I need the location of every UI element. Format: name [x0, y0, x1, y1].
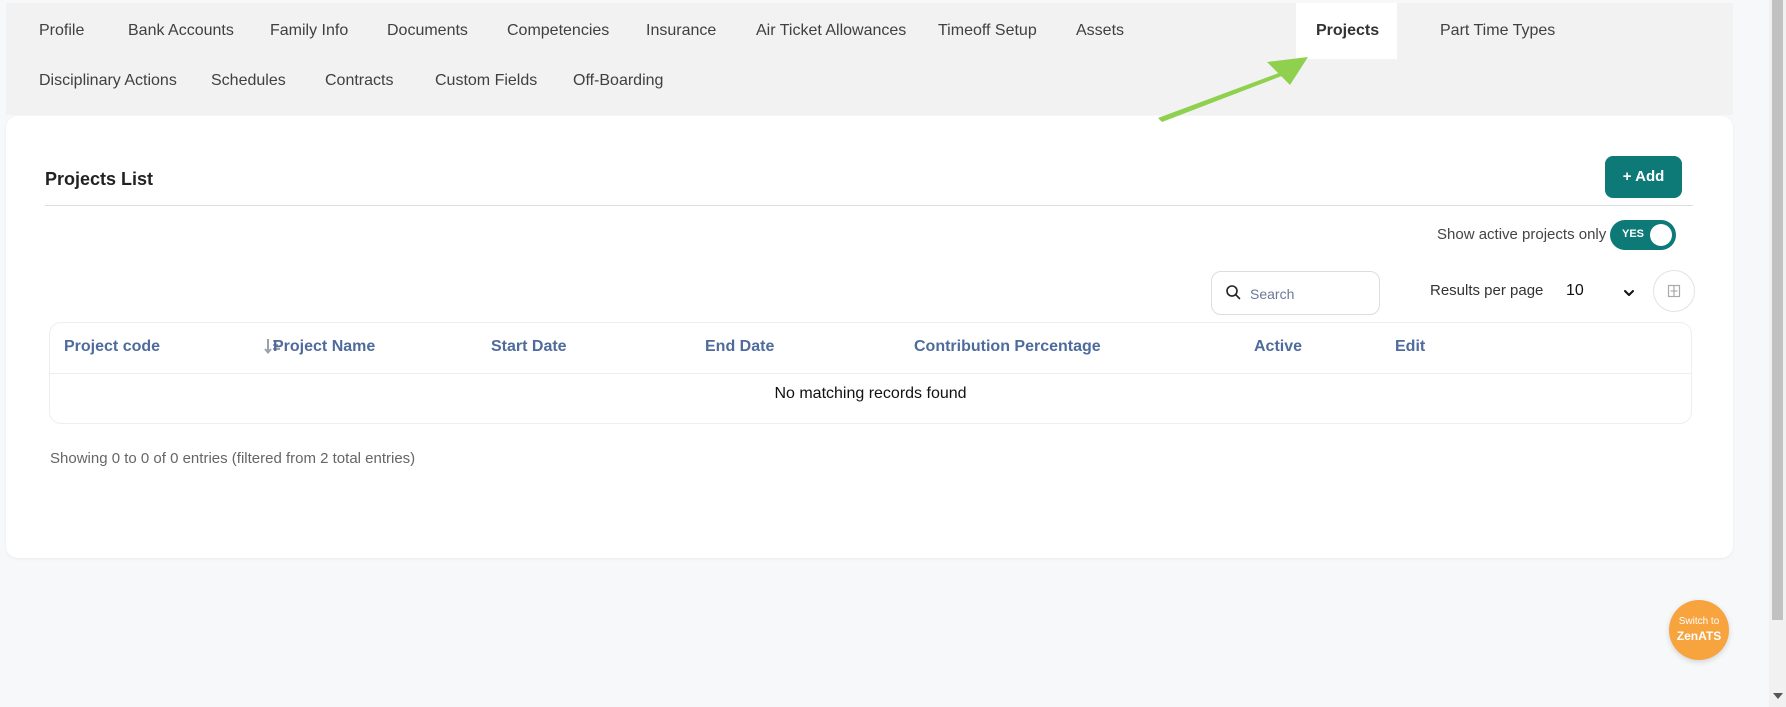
title-divider [45, 205, 1693, 206]
results-per-page-select[interactable]: 10 [1560, 278, 1640, 306]
search-input[interactable] [1248, 282, 1377, 306]
projects-table: Project code Project Name Start Date End… [49, 322, 1692, 424]
tab-timeoff-setup[interactable]: Timeoff Setup [918, 3, 1057, 59]
results-per-page-value: 10 [1566, 282, 1584, 299]
column-header-project-code[interactable]: Project code [64, 338, 160, 356]
tab-insurance[interactable]: Insurance [626, 3, 736, 59]
column-visibility-button[interactable] [1653, 270, 1695, 312]
active-projects-toggle[interactable]: YES [1610, 220, 1676, 250]
chevron-down-icon [1623, 286, 1635, 298]
add-project-button[interactable]: + Add [1605, 156, 1682, 198]
tab-family-info[interactable]: Family Info [250, 3, 368, 59]
tab-air-ticket-allowances[interactable]: Air Ticket Allowances [736, 3, 926, 59]
results-per-page-label: Results per page [1430, 282, 1544, 299]
column-header-project-name[interactable]: Project Name [273, 338, 375, 356]
page-scrollbar[interactable] [1769, 0, 1786, 707]
empty-table-message: No matching records found [774, 385, 967, 402]
tab-assets[interactable]: Assets [1056, 3, 1144, 59]
scroll-down-arrow-icon[interactable] [1773, 693, 1783, 699]
switch-line-1: Switch to [1678, 616, 1720, 627]
toggle-state-text: YES [1622, 228, 1645, 240]
tab-schedules[interactable]: Schedules [191, 53, 306, 109]
column-header-contribution-percentage[interactable]: Contribution Percentage [914, 338, 1101, 356]
toggle-knob [1650, 224, 1672, 246]
annotation-arrow-icon [1158, 57, 1308, 122]
search-box [1211, 271, 1380, 315]
table-header-divider [50, 373, 1691, 374]
tab-documents[interactable]: Documents [367, 3, 488, 59]
tab-disciplinary-actions[interactable]: Disciplinary Actions [19, 53, 197, 109]
tab-projects[interactable]: Projects [1296, 3, 1397, 59]
page-title: Projects List [45, 169, 154, 189]
active-projects-toggle-label: Show active projects only [1437, 226, 1607, 243]
column-header-end-date[interactable]: End Date [705, 338, 774, 356]
projects-card: Projects List + Add Show active projects… [6, 116, 1733, 558]
tab-competencies[interactable]: Competencies [487, 3, 629, 59]
scrollbar-thumb[interactable] [1772, 0, 1783, 620]
table-info-text: Showing 0 to 0 of 0 entries (filtered fr… [50, 450, 416, 467]
tab-profile[interactable]: Profile [19, 3, 104, 59]
columns-icon [1667, 284, 1681, 298]
switch-to-zenats-button[interactable]: Switch to ZenATS [1669, 600, 1729, 660]
tab-contracts[interactable]: Contracts [305, 53, 413, 109]
tab-bar: Profile Bank Accounts Family Info Docume… [6, 3, 1733, 115]
switch-line-2: ZenATS [1676, 629, 1722, 643]
tab-custom-fields[interactable]: Custom Fields [415, 53, 557, 109]
tab-part-time-types[interactable]: Part Time Types [1420, 3, 1575, 59]
search-icon [1225, 284, 1241, 300]
tab-bank-accounts[interactable]: Bank Accounts [108, 3, 254, 59]
column-header-edit[interactable]: Edit [1395, 338, 1425, 356]
column-header-active[interactable]: Active [1254, 338, 1302, 356]
column-header-start-date[interactable]: Start Date [491, 338, 567, 356]
tab-off-boarding[interactable]: Off-Boarding [553, 53, 683, 109]
